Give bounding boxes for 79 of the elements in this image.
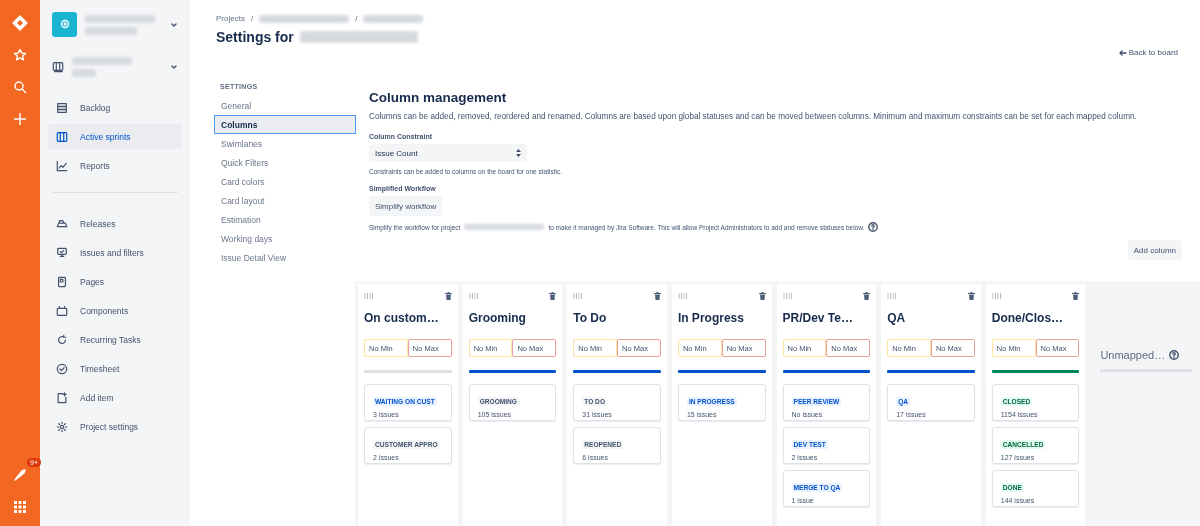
- backlog-icon: [56, 101, 68, 114]
- drag-handle-icon[interactable]: [887, 293, 898, 299]
- diamond-logo-icon: [12, 15, 28, 31]
- unmapped-column-title: Unmapped…: [1100, 349, 1166, 361]
- star-icon: [13, 48, 27, 62]
- board-icon: [56, 130, 68, 143]
- column-title[interactable]: PR/Dev Te…: [782, 311, 871, 325]
- trash-icon[interactable]: [653, 292, 661, 300]
- blurred-board-type: [72, 69, 96, 77]
- plus-icon: [13, 112, 27, 126]
- trash-icon[interactable]: [758, 292, 766, 300]
- section-title: Column management: [369, 90, 508, 105]
- project-avatar: [52, 12, 77, 37]
- settings-nav-item[interactable]: Working days: [214, 229, 356, 248]
- simplify-workflow-button[interactable]: Simplify workflow: [369, 196, 443, 217]
- line-chart-icon: [56, 159, 68, 172]
- trash-icon[interactable]: [967, 292, 975, 300]
- trash-icon[interactable]: [444, 292, 452, 300]
- sidebar-item[interactable]: Active sprints: [48, 124, 182, 149]
- board-icon: [52, 61, 64, 73]
- drag-handle-icon[interactable]: [573, 293, 584, 299]
- monitor-icon: [56, 246, 68, 259]
- page-title: Settings for: [216, 29, 294, 45]
- blurred-project-type: [85, 26, 137, 35]
- trash-icon[interactable]: [549, 292, 557, 300]
- drag-handle-icon[interactable]: [991, 293, 1002, 299]
- settings-nav-item[interactable]: Swimlanes: [214, 134, 356, 153]
- sidebar-item[interactable]: Releases: [48, 211, 182, 236]
- blurred-board-name: [72, 57, 132, 65]
- app-grid-icon: [14, 501, 26, 513]
- refresh-icon: [56, 333, 68, 346]
- sidebar-item[interactable]: Project settings: [48, 414, 182, 439]
- trash-icon[interactable]: [863, 292, 871, 300]
- help-icon[interactable]: [868, 222, 879, 233]
- settings-nav-item[interactable]: Columns: [214, 115, 356, 134]
- drag-handle-icon[interactable]: [782, 293, 793, 299]
- settings-nav-item[interactable]: Issue Detail View: [214, 248, 356, 267]
- drag-handle-icon[interactable]: [364, 293, 374, 299]
- column-title[interactable]: Grooming: [468, 311, 557, 325]
- add-column-button[interactable]: Add column: [1127, 240, 1182, 261]
- column-title[interactable]: On custom…: [364, 311, 452, 325]
- settings-nav-item[interactable]: Quick Filters: [214, 153, 356, 172]
- breadcrumb-separator: /: [250, 14, 254, 23]
- settings-nav-item[interactable]: Card colors: [214, 172, 356, 191]
- blurred-project-title: [85, 14, 155, 23]
- add-page-icon: [56, 391, 68, 404]
- sidebar-item[interactable]: Components: [48, 298, 182, 323]
- column-title[interactable]: To Do: [573, 311, 661, 325]
- sidebar-item[interactable]: Pages: [48, 269, 182, 294]
- back-to-board-link[interactable]: Back to board: [1118, 48, 1178, 57]
- page-icon: [56, 275, 68, 288]
- settings-nav-item[interactable]: Estimation: [214, 210, 356, 229]
- section-description: Columns can be added, removed, reordered and renamed. Columns are based upon global statuses and can be moved between columns. Minimum and maximum constraints can be set for each mapped column.: [369, 111, 1138, 123]
- check-circle-icon: [56, 362, 68, 375]
- chevron-down-icon[interactable]: [170, 63, 178, 71]
- settings-nav-item[interactable]: Card layout: [214, 191, 356, 210]
- trash-icon[interactable]: [1072, 292, 1080, 300]
- breadcrumb-separator: /: [355, 14, 358, 23]
- drag-handle-icon[interactable]: [677, 293, 688, 299]
- column-title[interactable]: Done/Clos…: [991, 311, 1080, 325]
- sidebar-item[interactable]: Timesheet: [48, 356, 182, 381]
- drag-handle-icon[interactable]: [468, 293, 479, 299]
- settings-nav-item[interactable]: General: [214, 96, 356, 115]
- component-icon: [56, 304, 68, 317]
- sort-arrows-icon: [516, 149, 521, 158]
- sidebar-item[interactable]: Recurring Tasks: [48, 327, 182, 352]
- sidebar-item[interactable]: Add item: [48, 385, 182, 410]
- ship-icon: [56, 217, 68, 230]
- help-icon[interactable]: [1169, 350, 1180, 360]
- search-icon: [13, 80, 27, 94]
- breadcrumb-link[interactable]: Projects: [216, 14, 245, 23]
- sidebar-item[interactable]: Issues and filters: [48, 240, 182, 265]
- constraint-dropdown[interactable]: Issue Count: [369, 144, 527, 163]
- settings-icon: [56, 420, 68, 433]
- sidebar-item[interactable]: Reports: [48, 153, 182, 178]
- column-title[interactable]: In Progress: [677, 311, 766, 325]
- column-title[interactable]: QA: [887, 311, 975, 325]
- back-arrow-icon: [1118, 49, 1127, 56]
- sidebar-item[interactable]: Backlog: [48, 95, 182, 120]
